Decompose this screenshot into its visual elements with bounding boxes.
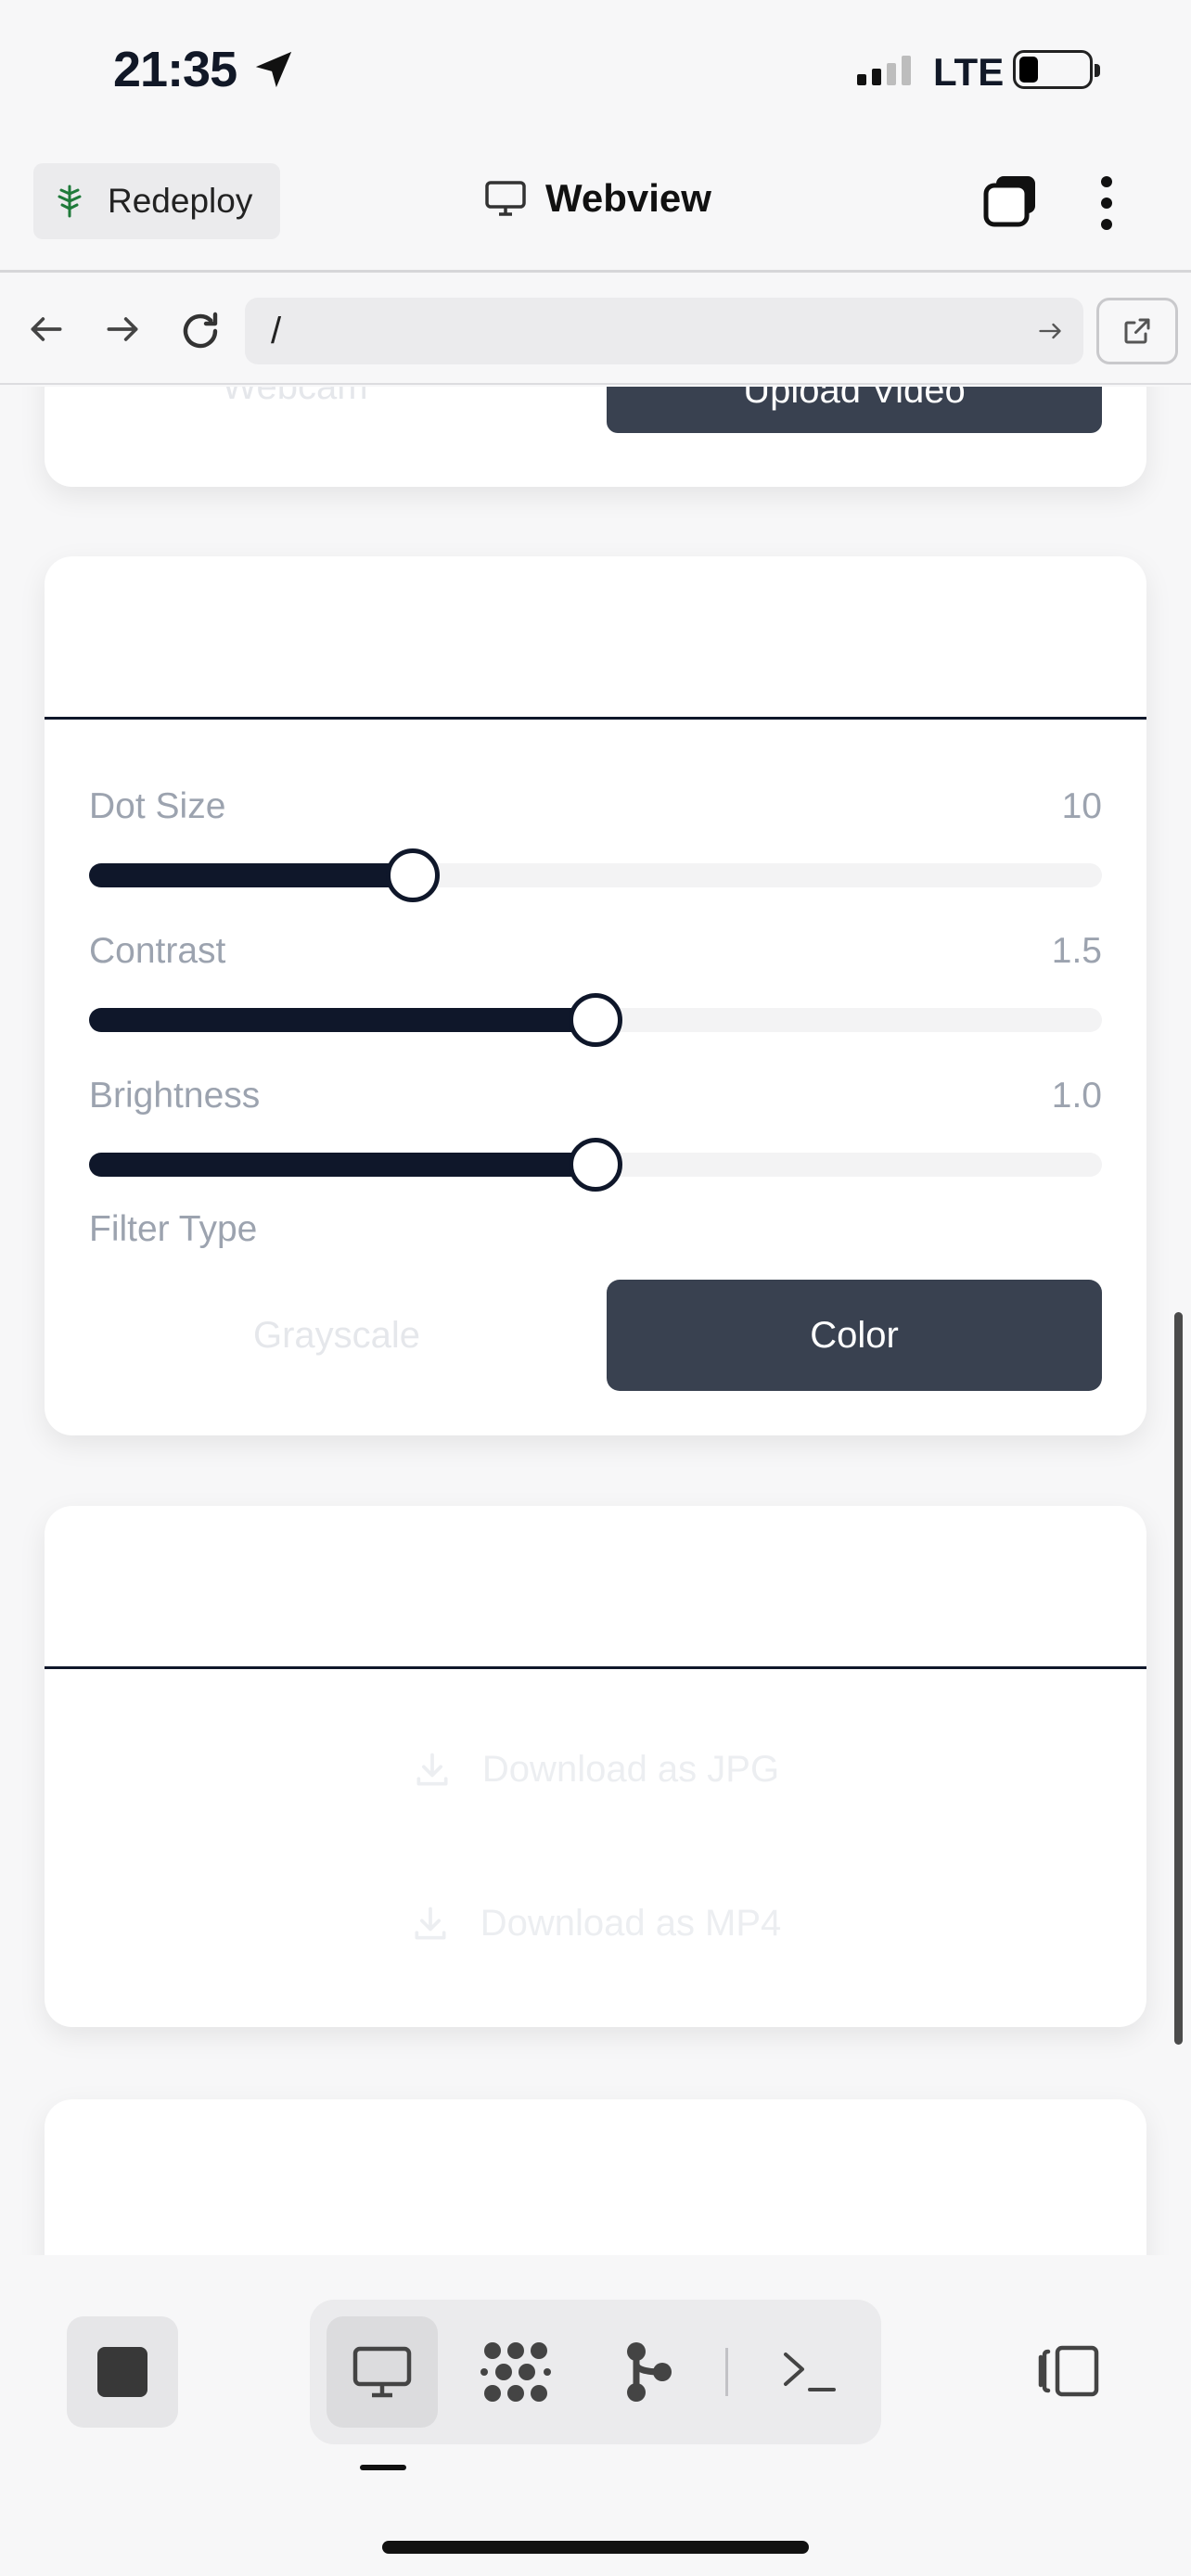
download-card: Download as JPG Download as MP4 bbox=[45, 1506, 1146, 2027]
download-mp4-label: Download as MP4 bbox=[480, 1903, 782, 1944]
page-title: Webview bbox=[484, 176, 711, 221]
active-tab-indicator bbox=[360, 2465, 406, 2470]
upload-video-button[interactable]: Upload Video bbox=[607, 387, 1102, 433]
download-jpg-button[interactable]: Download as JPG bbox=[45, 1749, 1146, 1791]
contrast-slider[interactable] bbox=[89, 993, 1102, 1047]
slider-fill bbox=[89, 1153, 596, 1177]
grid-tool-button[interactable] bbox=[460, 2316, 571, 2428]
tree-icon bbox=[58, 185, 82, 218]
open-external-button[interactable] bbox=[1096, 298, 1178, 364]
stop-button[interactable] bbox=[67, 2316, 178, 2428]
webcam-button[interactable]: Webcam bbox=[45, 387, 545, 408]
preview-card bbox=[45, 2099, 1146, 2255]
slider-fill bbox=[89, 1008, 596, 1032]
filter-type-label: Filter Type bbox=[89, 1209, 258, 1249]
back-arrow-icon[interactable] bbox=[26, 309, 67, 350]
signal-icon bbox=[857, 56, 911, 85]
dot-size-slider[interactable] bbox=[89, 848, 1102, 902]
monitor-icon bbox=[485, 181, 526, 216]
tool-group bbox=[310, 2300, 881, 2444]
toolbar-divider bbox=[725, 2348, 728, 2396]
dot-size-label: Dot Size bbox=[89, 786, 226, 826]
forward-arrow-icon[interactable] bbox=[102, 309, 143, 350]
color-button[interactable]: Color bbox=[607, 1280, 1102, 1391]
branch-icon bbox=[627, 2342, 672, 2402]
download-mp4-button[interactable]: Download as MP4 bbox=[45, 1903, 1146, 1945]
webview-tool-button[interactable] bbox=[327, 2316, 438, 2428]
app-header: Redeploy Webview bbox=[0, 139, 1191, 273]
contrast-value: 1.5 bbox=[1051, 931, 1102, 971]
title-text: Webview bbox=[545, 176, 711, 220]
download-jpg-label: Download as JPG bbox=[481, 1749, 780, 1790]
source-card: Webcam Upload Video bbox=[45, 387, 1146, 487]
stop-icon bbox=[97, 2347, 147, 2397]
status-bar: 21:35 LTE bbox=[0, 0, 1191, 139]
terminal-icon bbox=[784, 2353, 836, 2391]
brightness-label: Brightness bbox=[89, 1076, 261, 1116]
contrast-label: Contrast bbox=[89, 931, 226, 971]
scrollbar[interactable] bbox=[1174, 1312, 1183, 2045]
location-arrow-icon bbox=[255, 51, 292, 88]
branch-tool-button[interactable] bbox=[594, 2316, 705, 2428]
download-icon bbox=[416, 1753, 448, 1785]
external-link-icon bbox=[1124, 318, 1150, 344]
controls-card: Dot Size 10 Contrast 1.5 Brightness 1.0 … bbox=[45, 556, 1146, 1435]
clock: 21:35 bbox=[113, 42, 237, 97]
network-type: LTE bbox=[933, 50, 1005, 94]
url-bar: / bbox=[0, 275, 1191, 385]
monitor-icon bbox=[352, 2346, 412, 2398]
slider-thumb[interactable] bbox=[386, 848, 441, 902]
grayscale-button[interactable]: Grayscale bbox=[89, 1280, 584, 1391]
bottom-toolbar bbox=[0, 2255, 1191, 2576]
tabs-icon[interactable] bbox=[981, 172, 1041, 228]
url-input[interactable]: / bbox=[245, 298, 1083, 364]
reload-icon[interactable] bbox=[178, 309, 223, 353]
webview-content: Webcam Upload Video Dot Size 10 Contrast… bbox=[0, 387, 1191, 2255]
terminal-tool-button[interactable] bbox=[753, 2316, 864, 2428]
slider-thumb[interactable] bbox=[569, 993, 622, 1047]
grid-icon bbox=[480, 2342, 551, 2402]
card-header bbox=[45, 556, 1146, 720]
home-indicator bbox=[382, 2541, 809, 2554]
redeploy-label: Redeploy bbox=[108, 182, 253, 220]
redeploy-button[interactable]: Redeploy bbox=[33, 163, 280, 239]
battery-icon bbox=[1013, 50, 1100, 89]
card-header bbox=[45, 1506, 1146, 1669]
more-options-icon[interactable] bbox=[1093, 174, 1121, 232]
slider-thumb[interactable] bbox=[569, 1138, 622, 1192]
brightness-value: 1.0 bbox=[1051, 1076, 1102, 1116]
dot-size-value: 10 bbox=[1061, 786, 1102, 826]
download-icon bbox=[415, 1906, 446, 1939]
brightness-slider[interactable] bbox=[89, 1138, 1102, 1192]
slider-fill bbox=[89, 863, 414, 887]
url-text: / bbox=[271, 311, 282, 351]
go-arrow-icon[interactable] bbox=[1037, 318, 1063, 344]
panel-toggle-icon[interactable] bbox=[1031, 2342, 1102, 2400]
